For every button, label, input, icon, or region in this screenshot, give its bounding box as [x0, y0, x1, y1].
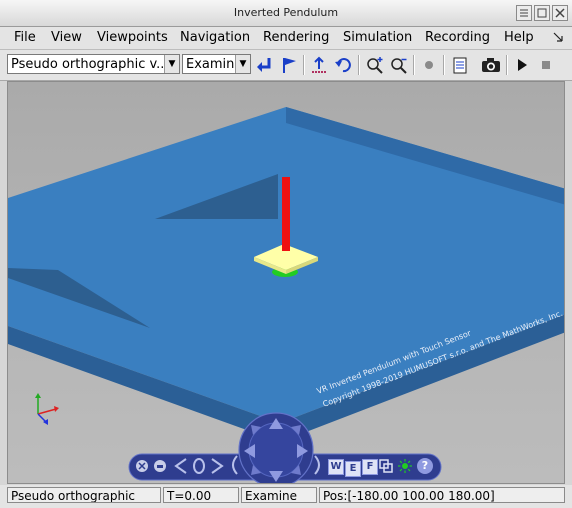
- view-all-button[interactable]: [379, 459, 393, 473]
- minimize-panel-button[interactable]: [153, 459, 167, 473]
- menu-help[interactable]: Help: [504, 30, 534, 45]
- menu-navigation[interactable]: Navigation: [180, 30, 250, 45]
- rotate-left-button[interactable]: [226, 454, 240, 476]
- menu-simulation[interactable]: Simulation: [343, 30, 412, 45]
- move-up-right-button[interactable]: [290, 424, 302, 436]
- menu-bar: File View Viewpoints Navigation Renderin…: [0, 27, 572, 50]
- overlap-squares-icon: [379, 459, 393, 473]
- help-button[interactable]: ?: [417, 458, 433, 474]
- viewpoint-select[interactable]: Pseudo orthographic v... ▼: [7, 54, 180, 74]
- headlight-toggle-button[interactable]: [398, 459, 412, 473]
- examine-mode-button[interactable]: E: [345, 461, 361, 477]
- close-icon: [136, 460, 148, 472]
- rotate-right-icon: [314, 455, 320, 475]
- move-down-left-button[interactable]: [250, 464, 262, 476]
- undo-icon: [335, 58, 351, 73]
- move-down-button[interactable]: [268, 469, 284, 483]
- status-bar: Pseudo orthographic T=0.00 Examine Pos:[…: [0, 485, 572, 508]
- toolbar-separator: [443, 55, 445, 75]
- whats-this-icon[interactable]: [552, 31, 564, 47]
- previous-viewpoint-button[interactable]: [172, 457, 190, 475]
- chevron-down-icon: ▼: [235, 55, 250, 73]
- play-icon: [518, 59, 527, 71]
- status-time: T=0.00: [163, 487, 239, 503]
- zoom-out-button[interactable]: [388, 54, 410, 76]
- maximize-icon: [537, 8, 547, 18]
- menu-recording[interactable]: Recording: [425, 30, 490, 45]
- fly-mode-button[interactable]: F: [362, 459, 378, 475]
- stop-icon: [542, 61, 550, 69]
- flag-icon: [283, 58, 296, 73]
- toolbar: Pseudo orthographic v... ▼ Examine ▼: [0, 50, 572, 81]
- zoom-in-icon: [367, 57, 383, 74]
- ellipse-icon: [193, 458, 205, 474]
- return-arrow-icon: [257, 58, 271, 72]
- scene-viewport[interactable]: VR Inverted Pendulum with Touch Sensor C…: [7, 81, 565, 484]
- menu-rendering[interactable]: Rendering: [263, 30, 329, 45]
- straighten-up-button[interactable]: [308, 54, 330, 76]
- menu-view[interactable]: View: [51, 30, 82, 45]
- home-viewpoint-button[interactable]: [190, 457, 208, 475]
- viewpoint-select-value: Pseudo orthographic v...: [11, 57, 169, 72]
- rotate-left-icon: [232, 455, 238, 475]
- rotate-right-button[interactable]: [312, 454, 326, 476]
- status-viewpoint: Pseudo orthographic: [7, 487, 161, 503]
- arrow-up-left-icon: [251, 425, 261, 435]
- shade-button[interactable]: [516, 5, 532, 21]
- headlight-icon: [425, 61, 433, 69]
- undo-move-button[interactable]: [332, 54, 354, 76]
- window-title: Inverted Pendulum: [233, 6, 339, 19]
- arrow-right-icon: [297, 444, 308, 458]
- move-down-right-button[interactable]: [290, 464, 302, 476]
- chevron-down-icon: ▼: [164, 55, 179, 73]
- move-up-left-button[interactable]: [250, 424, 262, 436]
- straighten-icon: [312, 56, 326, 73]
- menu-file[interactable]: File: [14, 30, 36, 45]
- move-right-button[interactable]: [295, 443, 309, 459]
- status-position: Pos:[-180.00 100.00 180.00]: [319, 487, 565, 503]
- close-panel-button[interactable]: [135, 459, 149, 473]
- arrow-left-icon: [244, 444, 255, 458]
- next-viewpoint-button[interactable]: [208, 457, 226, 475]
- move-up-button[interactable]: [268, 417, 284, 431]
- stop-simulation-button[interactable]: [535, 54, 557, 76]
- toolbar-separator: [413, 55, 415, 75]
- toolbar-separator: [506, 55, 508, 75]
- capture-frame-button[interactable]: [480, 54, 502, 76]
- arrow-up-right-icon: [291, 425, 301, 435]
- headlight-button[interactable]: [418, 54, 440, 76]
- start-simulation-button[interactable]: [511, 54, 533, 76]
- chevron-left-icon: [174, 458, 187, 474]
- minimize-icon: [154, 460, 166, 472]
- toolbar-separator: [303, 55, 305, 75]
- arrow-up-icon: [269, 418, 283, 429]
- return-to-viewpoint-button[interactable]: [254, 54, 276, 76]
- status-navigation-mode: Examine: [241, 487, 317, 503]
- camera-icon: [482, 58, 500, 72]
- document-icon: [453, 57, 467, 74]
- pendulum-rod: [282, 177, 290, 251]
- simulation-parameters-button[interactable]: [449, 54, 471, 76]
- chevron-right-icon: [211, 458, 224, 474]
- title-bar: Inverted Pendulum: [0, 0, 572, 27]
- scene-canvas: VR Inverted Pendulum with Touch Sensor C…: [8, 107, 564, 442]
- move-left-button[interactable]: [243, 443, 257, 459]
- arrow-down-icon: [269, 471, 283, 482]
- arrow-down-left-icon: [251, 465, 261, 475]
- navigation-mode-value: Examine: [186, 57, 243, 72]
- maximize-button[interactable]: [534, 5, 550, 21]
- toolbar-separator: [358, 55, 360, 75]
- sun-icon: [398, 459, 412, 473]
- close-button[interactable]: [552, 5, 568, 21]
- zoom-in-button[interactable]: [364, 54, 386, 76]
- zoom-out-icon: [391, 58, 407, 74]
- close-icon: [555, 8, 565, 18]
- arrow-down-right-icon: [291, 465, 301, 475]
- create-viewpoint-button[interactable]: [278, 54, 300, 76]
- shade-icon: [520, 9, 528, 17]
- navigation-mode-select[interactable]: Examine ▼: [182, 54, 251, 74]
- menu-viewpoints[interactable]: Viewpoints: [97, 30, 168, 45]
- walk-mode-button[interactable]: W: [328, 459, 344, 475]
- axes-indicator: [35, 393, 59, 425]
